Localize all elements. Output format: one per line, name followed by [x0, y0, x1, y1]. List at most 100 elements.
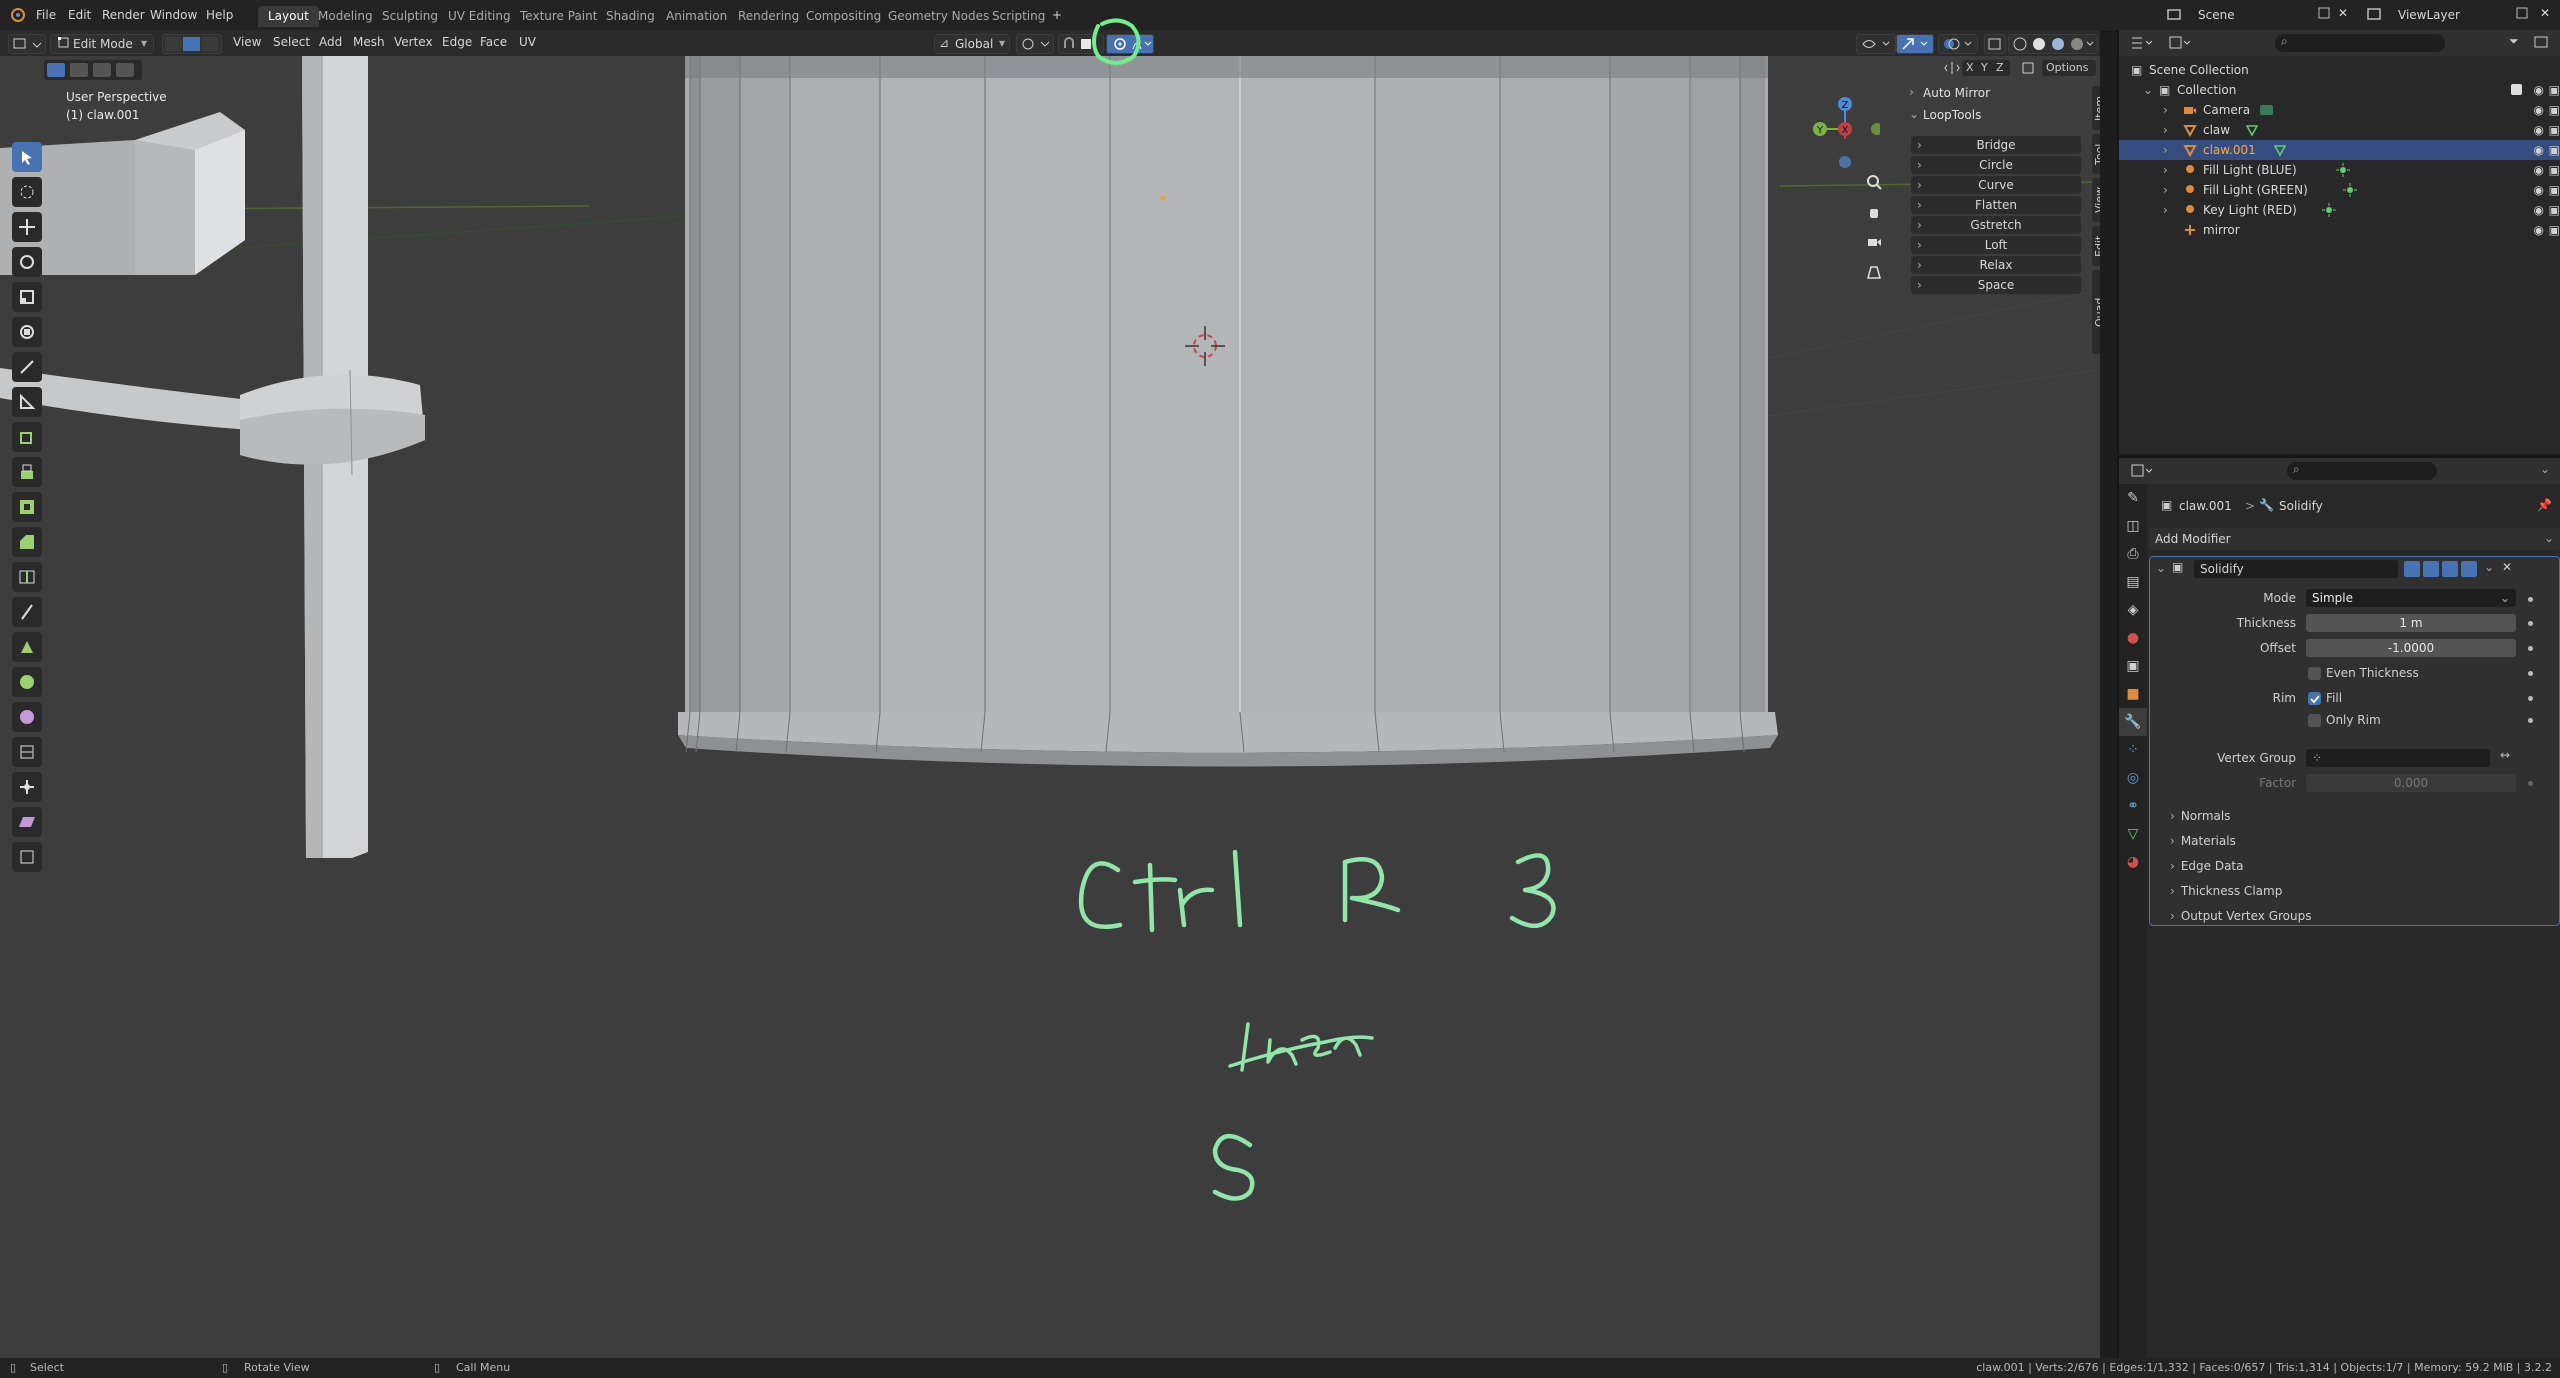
display-mode-icon[interactable] — [2167, 34, 2195, 55]
outliner-object-row[interactable]: › Camera ◉ ▣ — [2119, 100, 2560, 120]
material-properties-icon[interactable]: ◕ — [2119, 848, 2147, 876]
animate-property-dot[interactable] — [2528, 671, 2533, 676]
modifier-properties-icon[interactable]: 🔧 — [2119, 708, 2147, 736]
3d-viewport[interactable]: User Perspective (1) claw.001 Z Y X X Y … — [0, 56, 2100, 1358]
tab-tool[interactable]: Tool — [2092, 134, 2100, 174]
menu-view[interactable]: View — [233, 35, 261, 53]
chevron-right-icon[interactable]: › — [2163, 203, 2168, 217]
subpanel-header[interactable]: › Thickness Clamp — [2170, 884, 2282, 898]
edit-mode-cage-icon[interactable] — [2404, 561, 2420, 577]
menu-file[interactable]: File — [36, 8, 56, 22]
new-collection-icon[interactable] — [2533, 34, 2551, 53]
bevel-tool-icon[interactable] — [12, 527, 42, 557]
object-data-icon[interactable] — [2343, 183, 2357, 200]
pin-icon[interactable]: 📌 — [2537, 498, 2552, 512]
looptools-flatten-button[interactable]: › Flatten — [1911, 196, 2081, 214]
chevron-down-icon[interactable]: ⌄ — [2484, 560, 2494, 574]
tab-item[interactable]: Item — [2092, 86, 2100, 130]
move-tool-icon[interactable] — [12, 212, 42, 242]
menu-select[interactable]: Select — [273, 35, 310, 53]
object-data-icon[interactable] — [2322, 203, 2336, 220]
thickness-field[interactable]: 1 m — [2306, 614, 2516, 632]
view-layer-properties-icon[interactable]: ▤ — [2119, 568, 2147, 596]
render-camera-icon[interactable]: ▣ — [2549, 143, 2560, 157]
tab-view[interactable]: View — [2092, 178, 2100, 222]
outliner-collection[interactable]: ⌄ ▣ Collection ◉ ▣ — [2119, 80, 2560, 100]
invert-vertex-group-icon[interactable]: ↔ — [2500, 748, 2510, 762]
menu-face[interactable]: Face — [480, 35, 507, 53]
view-layer-close-icon[interactable]: ✕ — [2540, 6, 2550, 20]
menu-vertex[interactable]: Vertex — [394, 35, 433, 53]
render-camera-icon[interactable]: ▣ — [2549, 123, 2560, 137]
select-box-mode-group[interactable] — [44, 60, 142, 80]
shear-tool-icon[interactable] — [12, 807, 42, 837]
constraints-properties-icon[interactable]: ⚭ — [2119, 792, 2147, 820]
render-camera-icon[interactable]: ▣ — [2549, 83, 2560, 97]
outliner-object-row[interactable]: › claw.001 ◉ ▣ — [2119, 140, 2560, 160]
looptools-relax-button[interactable]: › Relax — [1911, 256, 2081, 274]
outliner-editor-type-icon[interactable] — [2129, 34, 2157, 55]
chevron-down-icon[interactable]: ⌄ — [2156, 561, 2166, 575]
transform-orientation-selector[interactable]: ⊿ Global ▾ — [934, 34, 1010, 54]
outliner-object-row[interactable]: › claw ◉ ▣ — [2119, 120, 2560, 140]
axis-toggle-group[interactable]: X Y Z — [1962, 60, 2010, 76]
eye-icon[interactable]: ◉ — [2534, 143, 2544, 157]
chevron-right-icon[interactable]: › — [2163, 123, 2168, 137]
world-properties-icon[interactable]: ● — [2119, 624, 2147, 652]
select-extend-icon[interactable] — [70, 63, 88, 77]
menu-add[interactable]: Add — [319, 35, 342, 53]
rotate-tool-icon[interactable] — [12, 247, 42, 277]
looptools-space-button[interactable]: › Space — [1911, 276, 2081, 294]
menu-window[interactable]: Window — [150, 8, 197, 22]
workspace-tab-shading[interactable]: Shading — [596, 6, 665, 27]
scene-close-icon[interactable]: ✕ — [2338, 6, 2348, 20]
menu-edge[interactable]: Edge — [442, 35, 472, 53]
measure-tool-icon[interactable] — [12, 387, 42, 417]
blender-logo-icon[interactable] — [8, 6, 26, 25]
select-subtract-icon[interactable] — [93, 63, 111, 77]
render-camera-icon[interactable]: ▣ — [2549, 223, 2560, 237]
select-new-icon[interactable] — [47, 63, 65, 77]
scene-selector[interactable]: Scene — [2198, 8, 2235, 22]
chevron-right-icon[interactable]: › — [2163, 183, 2168, 197]
fill-checkbox[interactable] — [2308, 692, 2321, 705]
scene-properties-icon[interactable]: ◈ — [2119, 596, 2147, 624]
auto-merge-icon[interactable] — [2020, 60, 2036, 76]
animate-property-dot[interactable] — [2528, 646, 2533, 651]
object-data-icon[interactable] — [2273, 143, 2287, 160]
knife-tool-icon[interactable] — [12, 597, 42, 627]
render-camera-icon[interactable]: ▣ — [2549, 183, 2560, 197]
eye-icon[interactable]: ◉ — [2534, 103, 2544, 117]
shrink-fatten-tool-icon[interactable] — [12, 772, 42, 802]
subpanel-header[interactable]: › Output Vertex Groups — [2170, 909, 2311, 923]
properties-editor-type-icon[interactable] — [2129, 462, 2157, 483]
menu-render[interactable]: Render — [102, 8, 145, 22]
menu-help[interactable]: Help — [206, 8, 233, 22]
workspace-tab-scripting[interactable]: Scripting — [982, 6, 1055, 27]
select-invert-icon[interactable] — [116, 63, 134, 77]
workspace-tab-compositing[interactable]: Compositing — [796, 6, 891, 27]
only-rim-checkbox[interactable] — [2308, 714, 2321, 727]
annotate-tool-icon[interactable] — [12, 352, 42, 382]
auto-mirror-panel-header[interactable]: › Auto Mirror — [1905, 82, 2090, 104]
animate-property-dot[interactable] — [2528, 718, 2533, 723]
eye-icon[interactable]: ◉ — [2534, 163, 2544, 177]
view-layer-icon[interactable] — [2366, 6, 2382, 25]
close-icon[interactable]: ✕ — [2502, 560, 2512, 574]
outliner-object-row[interactable]: › Fill Light (BLUE) ◉ ▣ — [2119, 160, 2560, 180]
looptools-bridge-button[interactable]: › Bridge — [1911, 136, 2081, 154]
object-data-icon[interactable] — [2336, 163, 2350, 180]
subpanel-header[interactable]: › Edge Data — [2170, 859, 2243, 873]
menu-edit[interactable]: Edit — [68, 8, 91, 22]
extrude-tool-icon[interactable] — [12, 457, 42, 487]
chevron-right-icon[interactable]: › — [2163, 163, 2168, 177]
overlays-toggle[interactable] — [1938, 34, 1978, 54]
add-cube-tool-icon[interactable] — [12, 422, 42, 452]
edit-mode-display-icon[interactable] — [2423, 561, 2439, 577]
realtime-display-icon[interactable] — [2442, 561, 2458, 577]
chevron-right-icon[interactable]: › — [2163, 103, 2168, 117]
object-data-icon[interactable] — [2245, 123, 2259, 140]
pivot-point-selector[interactable] — [1016, 34, 1054, 54]
axis-x-toggle[interactable]: X — [1966, 61, 1974, 74]
data-properties-icon[interactable]: ▽ — [2119, 820, 2147, 848]
